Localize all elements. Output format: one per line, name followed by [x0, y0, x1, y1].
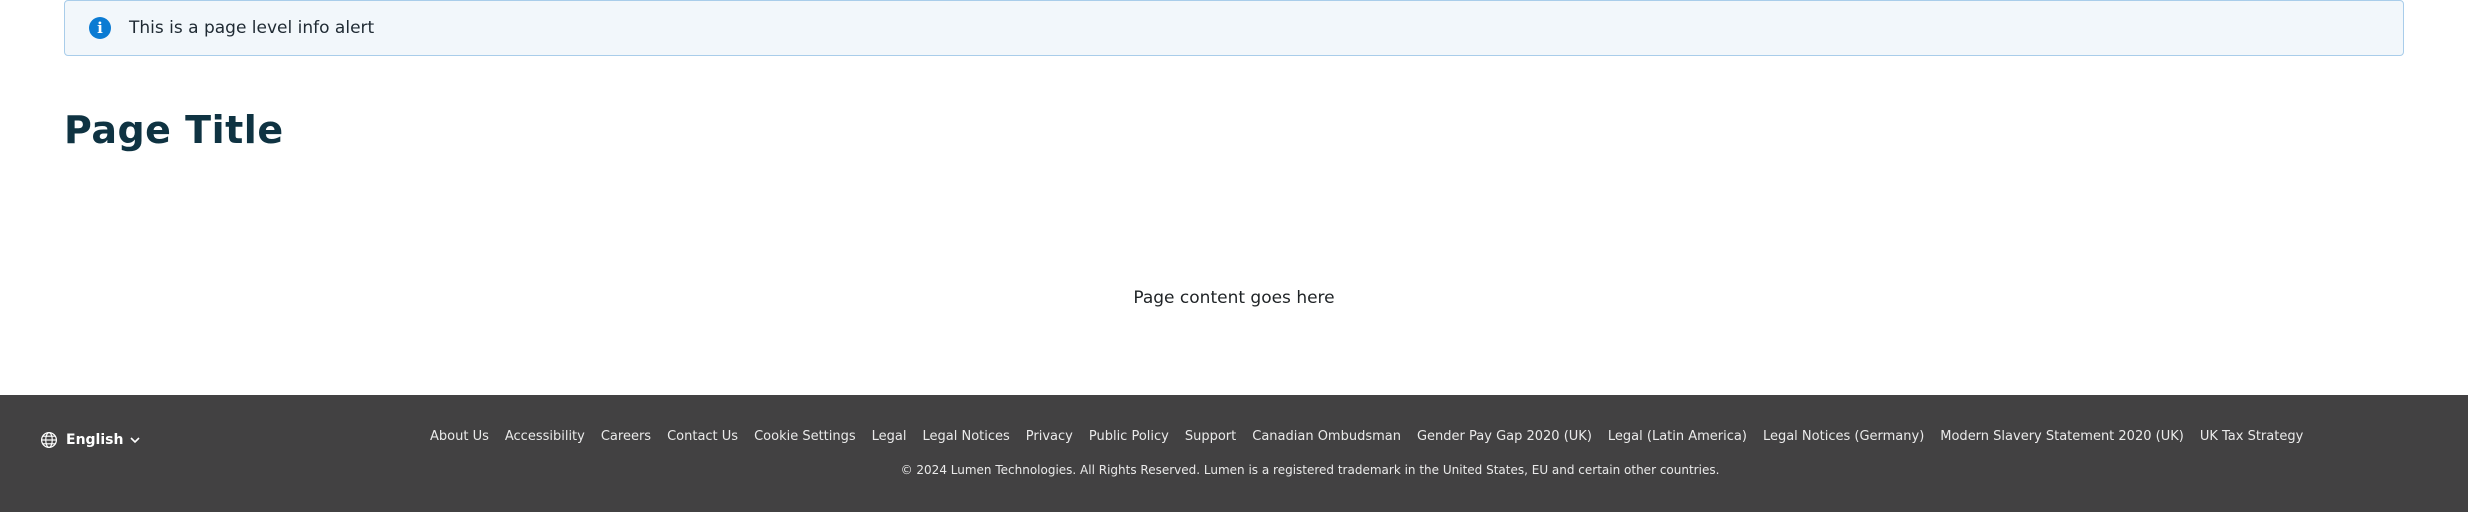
- footer-link-canadian-ombudsman[interactable]: Canadian Ombudsman: [1252, 429, 1401, 444]
- page-content: Page content goes here: [1133, 288, 1335, 308]
- page: i This is a page level info alert Page T…: [0, 0, 2468, 512]
- footer-link-contact-us[interactable]: Contact Us: [667, 429, 738, 444]
- footer-link-gender-pay-gap[interactable]: Gender Pay Gap 2020 (UK): [1417, 429, 1592, 444]
- info-alert: i This is a page level info alert: [64, 0, 2404, 56]
- alert-message: This is a page level info alert: [129, 18, 375, 38]
- footer-link-modern-slavery-statement[interactable]: Modern Slavery Statement 2020 (UK): [1940, 429, 2184, 444]
- footer-links: About Us Accessibility Careers Contact U…: [430, 429, 2303, 444]
- footer-link-legal[interactable]: Legal: [872, 429, 907, 444]
- copyright-text: © 2024 Lumen Technologies. All Rights Re…: [900, 463, 1720, 477]
- footer-link-about-us[interactable]: About Us: [430, 429, 489, 444]
- footer-link-careers[interactable]: Careers: [601, 429, 651, 444]
- footer-link-legal-notices-germany[interactable]: Legal Notices (Germany): [1763, 429, 1924, 444]
- footer-link-privacy[interactable]: Privacy: [1026, 429, 1073, 444]
- language-selector[interactable]: English: [40, 431, 141, 449]
- language-label: English: [66, 432, 124, 448]
- footer-link-legal-notices[interactable]: Legal Notices: [923, 429, 1010, 444]
- footer-link-accessibility[interactable]: Accessibility: [505, 429, 585, 444]
- footer-link-support[interactable]: Support: [1185, 429, 1236, 444]
- footer-link-legal-latin-america[interactable]: Legal (Latin America): [1608, 429, 1747, 444]
- chevron-down-icon: [130, 437, 141, 444]
- globe-icon: [40, 431, 58, 449]
- page-title: Page Title: [64, 108, 284, 152]
- footer-link-public-policy[interactable]: Public Policy: [1089, 429, 1169, 444]
- footer-link-cookie-settings[interactable]: Cookie Settings: [754, 429, 856, 444]
- info-icon: i: [89, 17, 111, 39]
- footer: English About Us Accessibility Careers C…: [0, 395, 2468, 512]
- footer-link-uk-tax-strategy[interactable]: UK Tax Strategy: [2200, 429, 2303, 444]
